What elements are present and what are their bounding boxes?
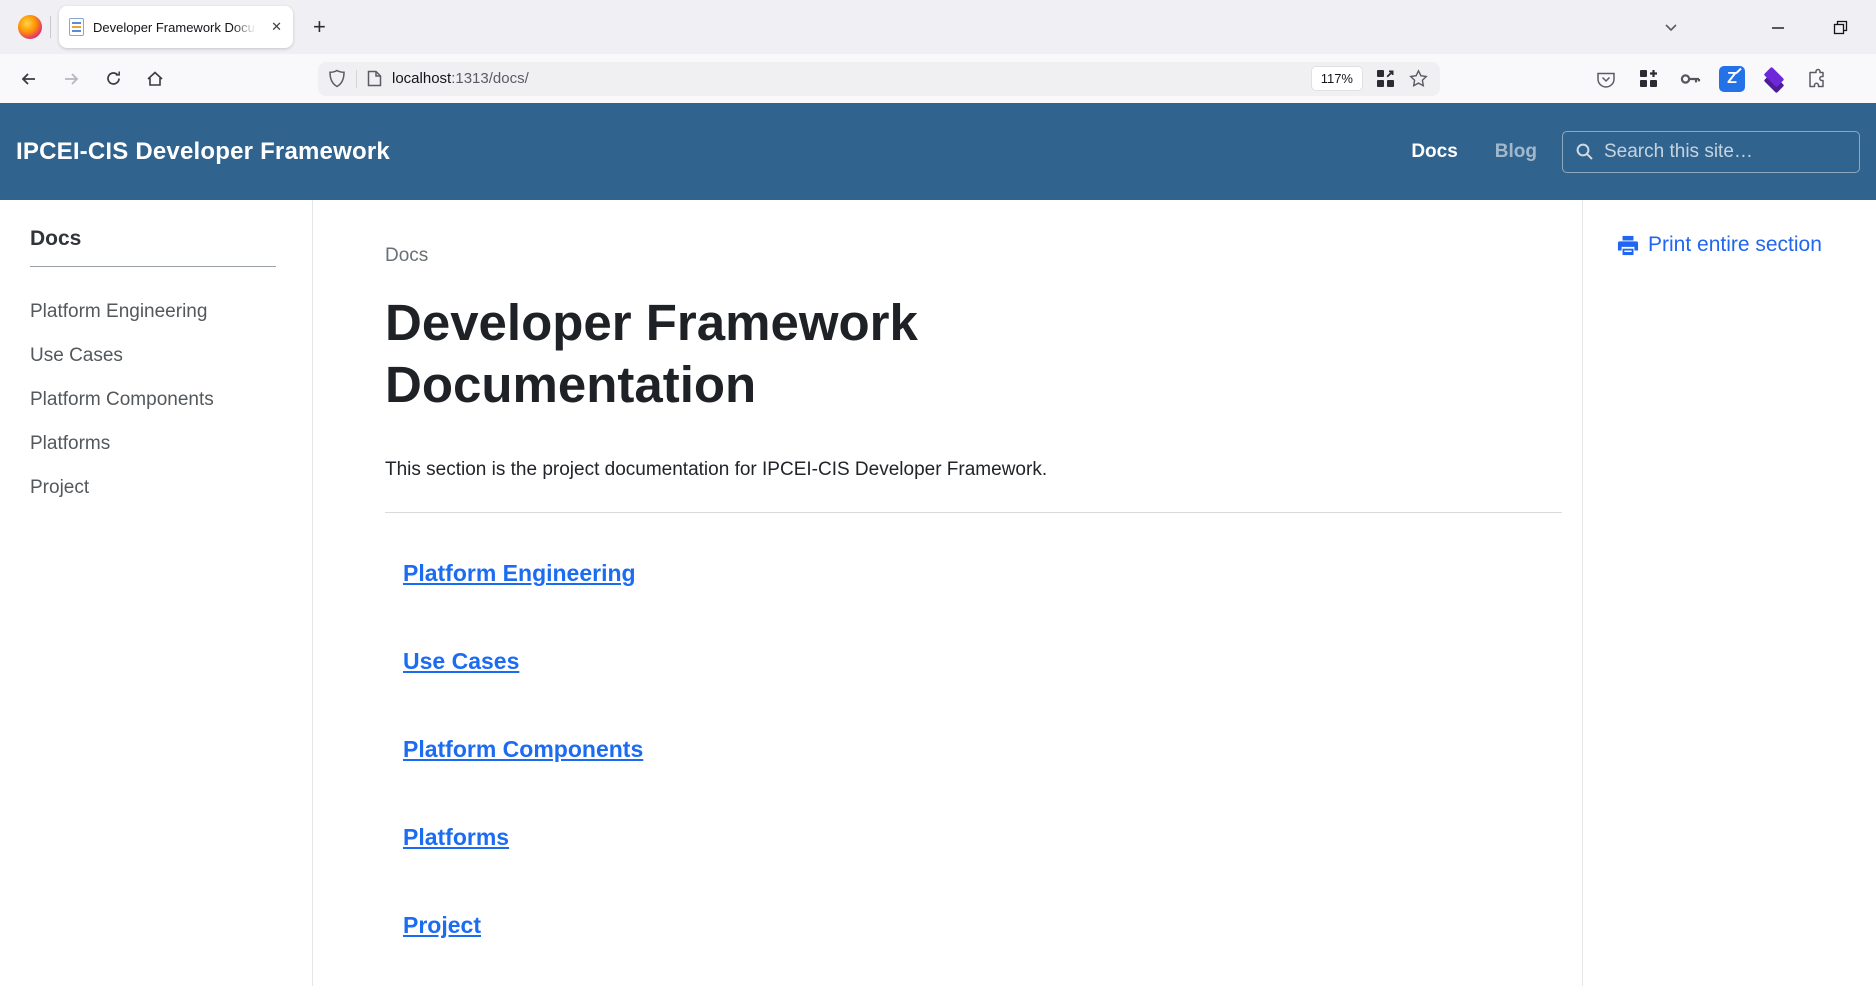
new-tab-button[interactable]: + bbox=[307, 14, 332, 40]
back-button[interactable] bbox=[12, 63, 46, 95]
section-entry: Platform Components bbox=[403, 736, 1562, 763]
bookmark-star-icon[interactable] bbox=[1409, 69, 1428, 88]
zoom-level-button[interactable]: 117% bbox=[1312, 67, 1362, 90]
password-key-icon[interactable] bbox=[1676, 65, 1704, 93]
site-brand[interactable]: IPCEI-CIS Developer Framework bbox=[16, 138, 390, 166]
reload-button[interactable] bbox=[96, 63, 130, 95]
extensions-row: Z bbox=[1592, 65, 1830, 93]
section-entry: Project bbox=[403, 912, 1562, 939]
tab-list-chevron-down-icon[interactable] bbox=[1663, 19, 1679, 35]
page-intro: This section is the project documentatio… bbox=[385, 459, 1562, 481]
section-link-project[interactable]: Project bbox=[403, 912, 481, 938]
page-favicon-icon bbox=[69, 18, 84, 36]
tab-close-icon[interactable]: ✕ bbox=[266, 17, 287, 37]
firefox-view-icon[interactable] bbox=[18, 15, 42, 39]
window-restore-icon[interactable] bbox=[1833, 20, 1848, 35]
section-link-use-cases[interactable]: Use Cases bbox=[403, 648, 519, 674]
nav-link-docs[interactable]: Docs bbox=[1411, 141, 1457, 163]
section-entry: Platforms bbox=[403, 824, 1562, 851]
zotero-extension-icon[interactable]: Z bbox=[1718, 65, 1746, 93]
layers-extension-icon[interactable] bbox=[1760, 65, 1788, 93]
page-info-icon[interactable] bbox=[367, 70, 382, 87]
docs-sidebar: Docs Platform Engineering Use Cases Plat… bbox=[0, 200, 313, 986]
site-search-box[interactable] bbox=[1562, 131, 1860, 173]
search-icon bbox=[1575, 142, 1594, 161]
extensions-puzzle-icon[interactable] bbox=[1802, 65, 1830, 93]
section-link-platform-engineering[interactable]: Platform Engineering bbox=[403, 560, 636, 586]
sidebar-item-platform-components[interactable]: Platform Components bbox=[30, 386, 276, 413]
nav-link-blog[interactable]: Blog bbox=[1495, 141, 1537, 163]
site-navbar: IPCEI-CIS Developer Framework Docs Blog bbox=[0, 103, 1876, 200]
sidebar-item-platform-engineering[interactable]: Platform Engineering bbox=[30, 298, 276, 325]
content-divider bbox=[385, 512, 1562, 513]
search-input[interactable] bbox=[1604, 141, 1847, 163]
window-minimize-icon[interactable] bbox=[1771, 20, 1785, 34]
print-entire-section-link[interactable]: Print entire section bbox=[1617, 233, 1876, 257]
shield-icon[interactable] bbox=[328, 69, 346, 88]
section-link-platforms[interactable]: Platforms bbox=[403, 824, 509, 850]
reader-grid-icon[interactable] bbox=[1376, 69, 1395, 88]
sidebar-heading: Docs bbox=[30, 227, 276, 267]
sidebar-item-platforms[interactable]: Platforms bbox=[30, 430, 276, 457]
main-content: Docs Developer Framework Documentation T… bbox=[313, 200, 1582, 986]
printer-icon bbox=[1617, 235, 1639, 256]
tab-strip-separator bbox=[50, 16, 51, 38]
browser-toolbar: localhost:1313/docs/ 117% bbox=[0, 54, 1876, 103]
browser-tab-strip: Developer Framework Documentation ✕ + bbox=[0, 0, 1876, 54]
url-text: localhost:1313/docs/ bbox=[392, 70, 529, 87]
tab-title: Developer Framework Documentation bbox=[93, 20, 260, 35]
sidebar-item-project[interactable]: Project bbox=[30, 474, 276, 501]
sidebar-item-use-cases[interactable]: Use Cases bbox=[30, 342, 276, 369]
section-link-platform-components[interactable]: Platform Components bbox=[403, 736, 643, 762]
grid-plus-icon[interactable] bbox=[1634, 65, 1662, 93]
home-button[interactable] bbox=[138, 63, 172, 95]
forward-button[interactable] bbox=[54, 63, 88, 95]
section-entry: Use Cases bbox=[403, 648, 1562, 675]
pocket-icon[interactable] bbox=[1592, 65, 1620, 93]
right-sidebar: Print entire section bbox=[1582, 200, 1876, 986]
section-entry: Platform Engineering bbox=[403, 560, 1562, 587]
address-bar[interactable]: localhost:1313/docs/ 117% bbox=[318, 62, 1440, 96]
breadcrumb[interactable]: Docs bbox=[385, 245, 1562, 267]
page-title: Developer Framework Documentation bbox=[385, 292, 1165, 416]
browser-tab[interactable]: Developer Framework Documentation ✕ bbox=[59, 6, 293, 48]
